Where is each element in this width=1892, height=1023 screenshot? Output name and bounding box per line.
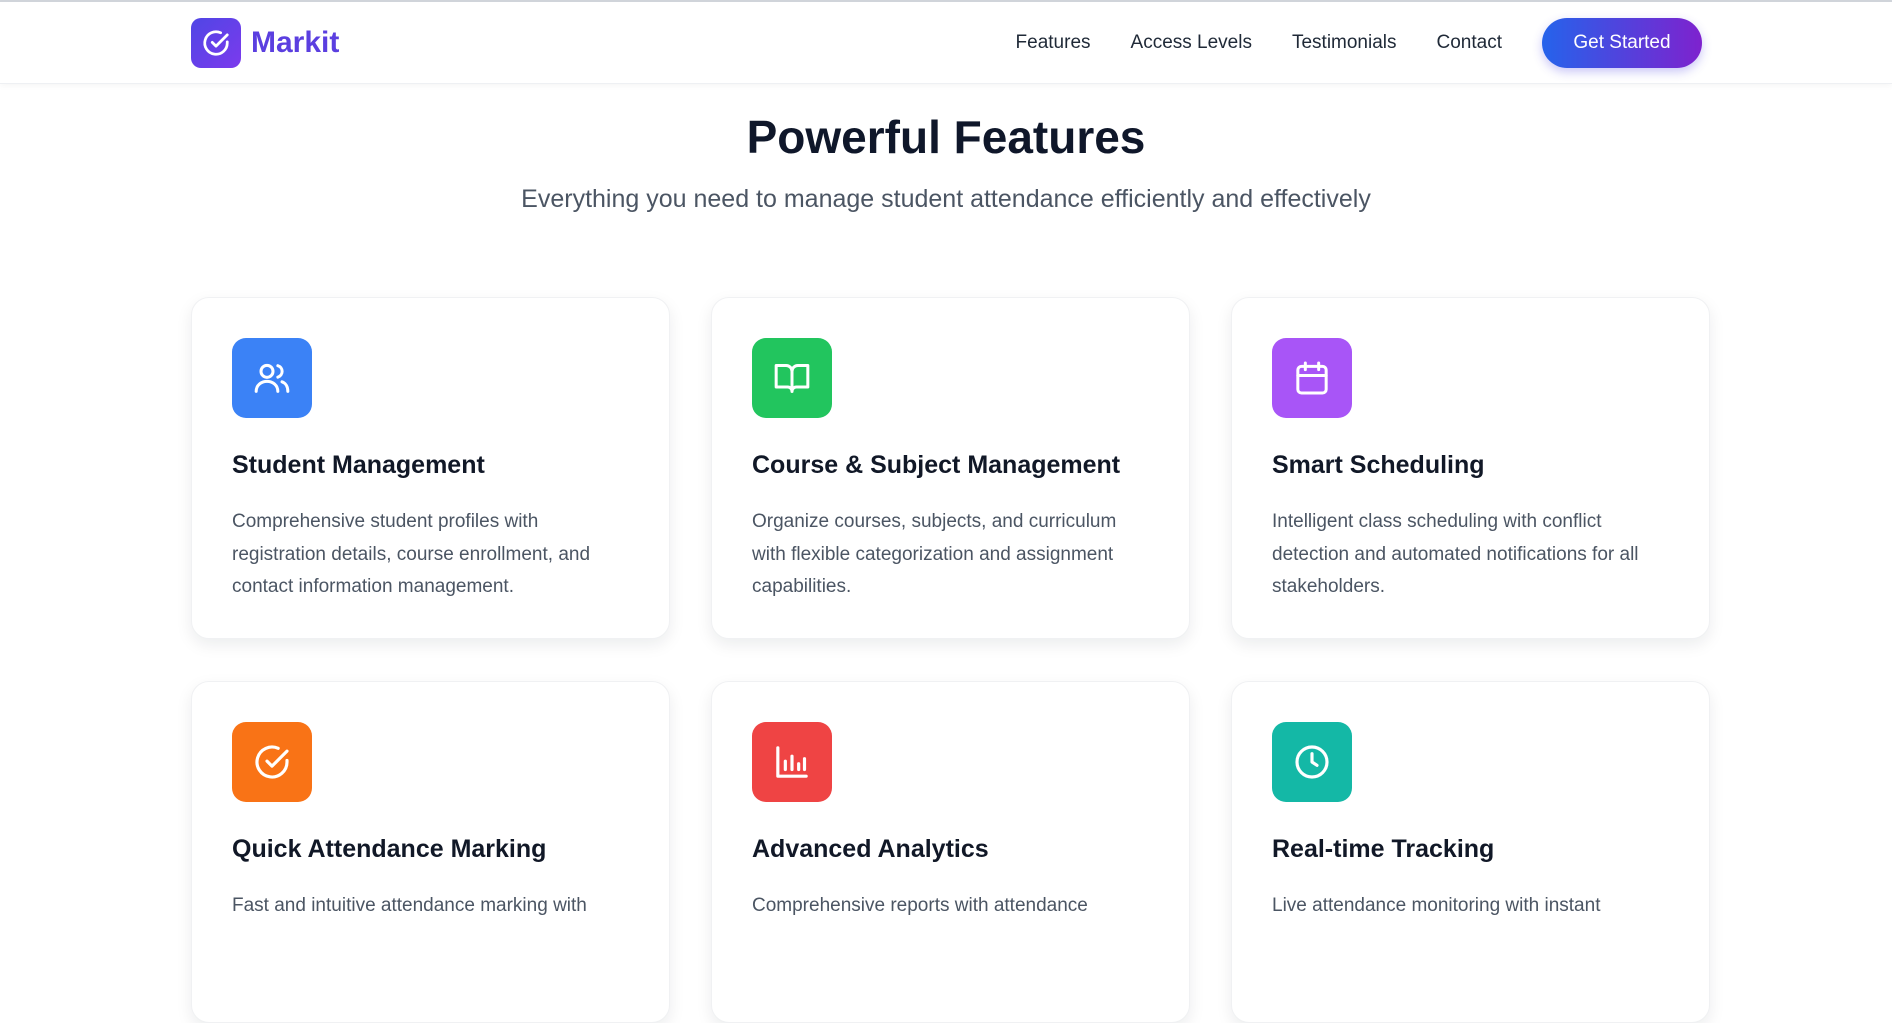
brand[interactable]: Markit (191, 18, 339, 68)
brand-name: Markit (251, 26, 340, 59)
feature-title: Quick Attendance Marking (232, 835, 547, 863)
feature-description: Fast and intuitive attendance marking wi… (232, 895, 587, 916)
nav-link-testimonials[interactable]: Testimonials (1292, 32, 1397, 54)
feature-card-course-subject-management: Course & Subject Management Organize cou… (711, 297, 1190, 639)
feature-title: Course & Subject Management (752, 451, 1121, 479)
feature-title: Real-time Tracking (1272, 835, 1495, 863)
feature-title: Student Management (232, 451, 485, 479)
feature-title: Smart Scheduling (1272, 451, 1485, 479)
nav-link-access-levels[interactable]: Access Levels (1131, 32, 1252, 54)
feature-card-smart-scheduling: Smart Scheduling Intelligent class sched… (1231, 297, 1710, 639)
section-subtitle: Everything you need to manage student at… (521, 185, 1371, 213)
feature-description: Organize courses, subjects, and curricul… (752, 511, 1117, 597)
check-circle-icon (191, 18, 241, 68)
clock-icon (1272, 722, 1352, 802)
feature-description: Live attendance monitoring with instant (1272, 895, 1601, 916)
feature-description: Comprehensive reports with attendance (752, 895, 1088, 916)
get-started-button[interactable]: Get Started (1542, 18, 1702, 68)
book-open-icon (752, 338, 832, 418)
feature-card-advanced-analytics: Advanced Analytics Comprehensive reports… (711, 681, 1190, 1023)
feature-description: Comprehensive student profiles with regi… (232, 511, 591, 597)
users-icon (232, 338, 312, 418)
navbar: Markit Features Access Levels Testimonia… (0, 2, 1892, 84)
feature-description: Intelligent class scheduling with confli… (1272, 511, 1639, 597)
bar-chart-icon (752, 722, 832, 802)
section-title: Powerful Features (746, 111, 1146, 163)
feature-title: Advanced Analytics (752, 835, 989, 863)
nav-link-features[interactable]: Features (1016, 32, 1091, 54)
feature-card-student-management: Student Management Comprehensive student… (191, 297, 670, 639)
calendar-icon (1272, 338, 1352, 418)
main-nav: Features Access Levels Testimonials Cont… (1016, 18, 1702, 68)
check-circle-icon (232, 722, 312, 802)
nav-link-contact[interactable]: Contact (1437, 32, 1502, 54)
feature-card-real-time-tracking: Real-time Tracking Live attendance monit… (1231, 681, 1710, 1023)
feature-card-quick-attendance-marking: Quick Attendance Marking Fast and intuit… (191, 681, 670, 1023)
